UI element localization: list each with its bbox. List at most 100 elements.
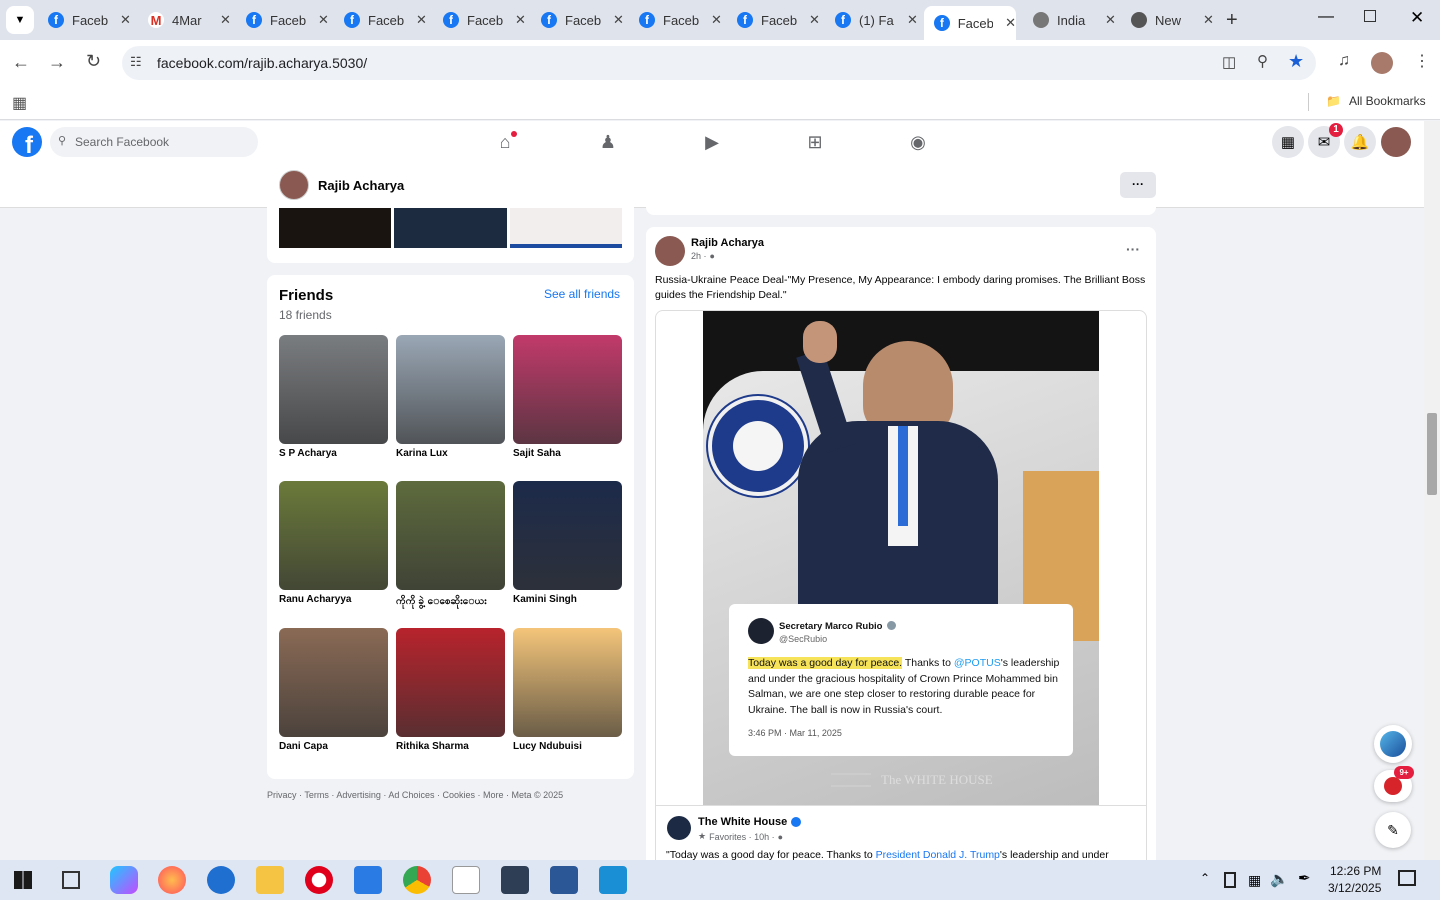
- photo-thumbnail[interactable]: [510, 208, 622, 248]
- footer-link[interactable]: Advertising: [336, 790, 381, 800]
- task-view-icon[interactable]: [62, 871, 80, 889]
- chrome-icon[interactable]: [403, 866, 431, 894]
- apps-grid-icon[interactable]: ▦: [12, 93, 27, 113]
- tab-8[interactable]: f Faceb ✕: [737, 6, 820, 34]
- video-icon[interactable]: ▶: [701, 131, 723, 153]
- start-button[interactable]: [14, 871, 32, 889]
- close-tab-icon[interactable]: ✕: [318, 12, 329, 28]
- notifications-button[interactable]: 🔔: [1344, 126, 1376, 158]
- shared-author-avatar[interactable]: [667, 816, 691, 840]
- volume-icon[interactable]: 🔈: [1270, 870, 1289, 888]
- marketplace-icon[interactable]: ⊞: [804, 131, 826, 153]
- clock-date[interactable]: 3/12/2025: [1328, 881, 1381, 895]
- friends-icon[interactable]: ♟: [597, 131, 619, 153]
- friend-name[interactable]: Kamini Singh: [513, 594, 633, 605]
- search-input[interactable]: ⚲ Search Facebook: [50, 127, 258, 157]
- post-image[interactable]: Secretary Marco Rubio @SecRubio Today wa…: [703, 311, 1099, 805]
- tab-4[interactable]: f Faceb ✕: [344, 6, 427, 34]
- network-icon[interactable]: ▦: [1248, 872, 1261, 889]
- friend-photo[interactable]: [279, 628, 388, 737]
- tab-3[interactable]: f Faceb ✕: [246, 6, 329, 34]
- gaming-icon[interactable]: ◉: [907, 131, 929, 153]
- photo-thumbnail[interactable]: [279, 208, 391, 248]
- all-bookmarks-button[interactable]: 📁 All Bookmarks: [1326, 94, 1426, 108]
- url-text[interactable]: facebook.com/rajib.acharya.5030/: [157, 55, 367, 71]
- friend-name[interactable]: ကိုကို ခွဲ့ ေစေဆိုးေယး: [396, 594, 516, 609]
- copilot-icon[interactable]: [110, 866, 138, 894]
- menu-grid-button[interactable]: ▦: [1272, 126, 1304, 158]
- close-tab-icon[interactable]: ✕: [907, 12, 918, 28]
- zoom-icon[interactable]: ⚲: [1257, 52, 1268, 70]
- friend-photo[interactable]: [279, 481, 388, 590]
- firefox-icon[interactable]: [158, 866, 186, 894]
- bookmark-star-icon[interactable]: ★: [1288, 51, 1304, 72]
- close-tab-icon[interactable]: ✕: [1005, 15, 1016, 31]
- store-icon[interactable]: [354, 866, 382, 894]
- tab-1[interactable]: f Faceb ✕: [48, 6, 131, 34]
- profile-avatar-small[interactable]: [279, 170, 309, 200]
- word-icon[interactable]: [550, 866, 578, 894]
- profile-avatar[interactable]: [1371, 52, 1393, 74]
- pen-icon[interactable]: ✒: [1298, 869, 1311, 887]
- friend-name[interactable]: S P Acharya: [279, 448, 399, 459]
- install-app-icon[interactable]: ◫: [1222, 53, 1236, 71]
- restore-button[interactable]: [1364, 10, 1376, 22]
- tab-11[interactable]: India ✕: [1033, 6, 1116, 34]
- close-tab-icon[interactable]: ✕: [515, 12, 526, 28]
- friend-name[interactable]: Sajit Saha: [513, 448, 633, 459]
- friend-name[interactable]: Lucy Ndubuisi: [513, 741, 633, 752]
- address-bar[interactable]: ☷ facebook.com/rajib.acharya.5030/ ◫ ⚲ ★: [122, 46, 1316, 80]
- forward-button[interactable]: →: [48, 52, 66, 73]
- footer-link[interactable]: Terms: [304, 790, 329, 800]
- paint-icon[interactable]: [599, 866, 627, 894]
- friend-photo[interactable]: [396, 628, 505, 737]
- close-tab-icon[interactable]: ✕: [1105, 12, 1116, 28]
- footer-link[interactable]: More: [483, 790, 504, 800]
- post-author-avatar[interactable]: [655, 236, 685, 266]
- account-avatar[interactable]: [1381, 127, 1411, 157]
- friend-photo[interactable]: [513, 481, 622, 590]
- tab-9[interactable]: f (1) Fa ✕: [835, 6, 918, 34]
- close-tab-icon[interactable]: ✕: [416, 12, 427, 28]
- compose-message-button[interactable]: ✎: [1375, 812, 1411, 848]
- menu-icon[interactable]: ⋮: [1414, 51, 1430, 71]
- shared-author-name[interactable]: The White House: [698, 816, 802, 828]
- friend-photo[interactable]: [513, 628, 622, 737]
- messaging-app-icon[interactable]: [207, 866, 235, 894]
- footer-link[interactable]: Ad Choices: [388, 790, 434, 800]
- profile-more-button[interactable]: ···: [1120, 172, 1156, 198]
- footer-link[interactable]: Privacy: [267, 790, 297, 800]
- friend-photo[interactable]: [396, 335, 505, 444]
- shared-post-meta[interactable]: ★ Favorites · 10h · ●: [698, 831, 783, 842]
- notification-center-icon[interactable]: [1398, 870, 1416, 886]
- file-explorer-icon[interactable]: [256, 866, 284, 894]
- friend-name[interactable]: Karina Lux: [396, 448, 516, 459]
- friend-name[interactable]: Ranu Acharyya: [279, 594, 399, 605]
- minimize-button[interactable]: —: [1318, 8, 1334, 26]
- tab-2[interactable]: M 4Mar ✕: [148, 6, 231, 34]
- close-tab-icon[interactable]: ✕: [613, 12, 624, 28]
- close-tab-icon[interactable]: ✕: [809, 12, 820, 28]
- close-tab-icon[interactable]: ✕: [220, 12, 231, 28]
- tab-6[interactable]: f Faceb ✕: [541, 6, 624, 34]
- page-scrollbar[interactable]: [1424, 121, 1440, 860]
- tab-search-button[interactable]: ▼: [6, 6, 34, 34]
- new-tab-button[interactable]: +: [1226, 9, 1238, 32]
- friend-photo[interactable]: [279, 335, 388, 444]
- tab-7[interactable]: f Faceb ✕: [639, 6, 722, 34]
- friend-name[interactable]: Dani Capa: [279, 741, 399, 752]
- post-author-name[interactable]: Rajib Acharya: [691, 237, 764, 249]
- tab-12[interactable]: New ✕: [1131, 6, 1214, 34]
- notepad-icon[interactable]: [452, 866, 480, 894]
- close-window-button[interactable]: ✕: [1410, 8, 1424, 28]
- photos-app-icon[interactable]: [501, 866, 529, 894]
- see-all-friends-link[interactable]: See all friends: [544, 287, 620, 301]
- close-tab-icon[interactable]: ✕: [120, 12, 131, 28]
- close-tab-icon[interactable]: ✕: [1203, 12, 1214, 28]
- facebook-logo[interactable]: f: [12, 127, 42, 157]
- close-tab-icon[interactable]: ✕: [711, 12, 722, 28]
- show-hidden-icons[interactable]: ⌃: [1200, 871, 1210, 885]
- battery-icon[interactable]: [1224, 872, 1236, 888]
- scrollbar-thumb[interactable]: [1427, 413, 1437, 495]
- reload-button[interactable]: ↻: [86, 51, 101, 72]
